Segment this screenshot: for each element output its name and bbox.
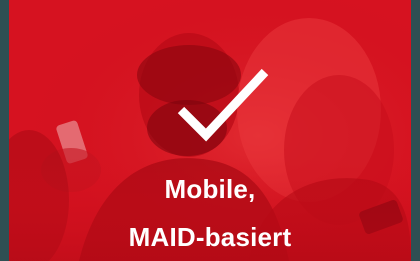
feature-card: Mobile, MAID-basiert [9, 0, 411, 261]
headline-line-1: Mobile, [164, 174, 256, 204]
headline-line-2: MAID-basiert [128, 222, 292, 252]
card-headline: Mobile, MAID-basiert [9, 0, 411, 261]
